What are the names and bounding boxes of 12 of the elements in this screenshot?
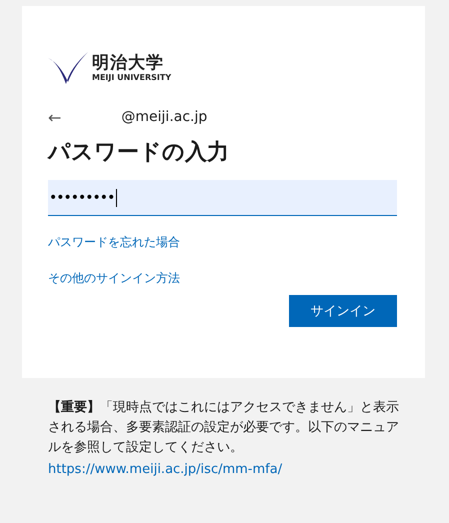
university-logo-icon — [48, 50, 88, 86]
manual-link[interactable]: https://www.meiji.ac.jp/isc/mm-mfa/ — [48, 462, 282, 477]
sign-in-button[interactable]: サインイン — [289, 295, 397, 327]
university-name-english: MEIJI UNIVERSITY — [92, 73, 172, 83]
back-button[interactable]: ← — [48, 108, 62, 126]
notice-text: 【重要】「現時点ではこれにはアクセスできません」と表示される場合、多要素認証の設定が必要です。以下のマニュアルを参照して設定してください。 — [48, 398, 400, 457]
link[interactable]: その他のサインイン方法 — [48, 269, 180, 287]
page-title: パスワードの入力 — [48, 139, 230, 167]
account-email: @meiji.ac.jp — [121, 109, 208, 125]
university-name: 明治大学 — [92, 53, 165, 73]
password-field[interactable]: ••••••••• — [48, 180, 397, 216]
link[interactable]: パスワードを忘れた場合 — [48, 233, 180, 251]
